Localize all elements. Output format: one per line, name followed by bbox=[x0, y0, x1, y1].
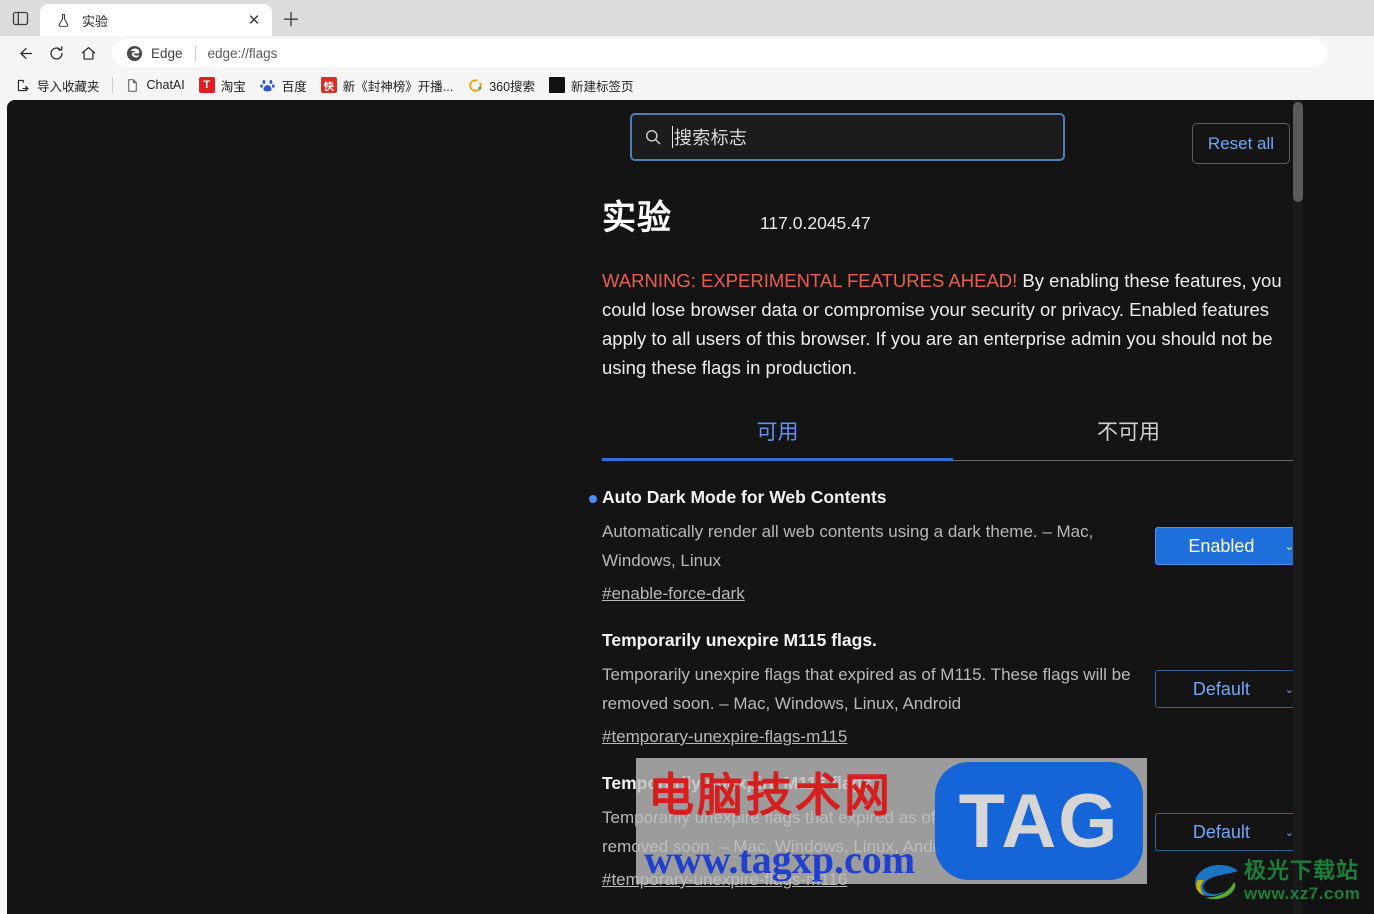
flag-state-value: Enabled bbox=[1188, 535, 1255, 556]
flag-state-select[interactable]: Enabled ⌄ bbox=[1155, 527, 1305, 565]
bookmark-taobao[interactable]: T 淘宝 bbox=[192, 73, 253, 97]
back-button[interactable] bbox=[8, 38, 40, 68]
aurora-swirl-logo-icon bbox=[1195, 865, 1238, 900]
bookmark-label: 新《封神榜》开播... bbox=[342, 79, 454, 94]
flag-state-value: Default bbox=[1192, 821, 1250, 842]
so360-icon bbox=[467, 77, 483, 93]
watermark-corner-text: 极光下载站 www.xz7.com bbox=[1244, 860, 1360, 904]
bookmark-baidu[interactable]: 百度 bbox=[253, 73, 314, 97]
newtab-page-icon bbox=[549, 77, 566, 93]
tab-available[interactable]: 可用 bbox=[602, 416, 953, 461]
browser-window: 实验 ✕ ＋ Edge edge://flags 导入收藏夹 ChatAI T … bbox=[0, 0, 1374, 914]
new-tab-button[interactable]: ＋ bbox=[274, 4, 308, 36]
search-input[interactable]: 搜索标志 bbox=[630, 113, 1065, 161]
bookmark-import-favorites[interactable]: 导入收藏夹 bbox=[8, 73, 107, 97]
bookmarks-bar: 导入收藏夹 ChatAI T 淘宝 百度 快 新《封神榜》开播... 360搜索… bbox=[0, 70, 1374, 100]
watermark-corner-url: www.xz7.com bbox=[1244, 884, 1361, 903]
bookmark-label: 新建标签页 bbox=[571, 79, 634, 94]
watermark-corner: 极光下载站 www.xz7.com bbox=[1190, 854, 1370, 910]
flag-title: Auto Dark Mode for Web Contents bbox=[589, 487, 1162, 508]
back-arrow-icon bbox=[19, 47, 32, 59]
sidebar-toggle-button[interactable] bbox=[0, 0, 40, 36]
flag-state-select[interactable]: Default ⌄ bbox=[1155, 670, 1305, 708]
close-icon[interactable]: ✕ bbox=[242, 8, 266, 32]
home-button[interactable] bbox=[72, 38, 104, 68]
flag-description: Temporarily unexpire flags that expired … bbox=[602, 665, 1131, 713]
flags-tabs: 可用 不可用 bbox=[602, 416, 1304, 461]
kuaikan-icon: 快 bbox=[320, 77, 337, 93]
watermark-corner-cn: 极光下载站 bbox=[1244, 859, 1360, 884]
page-heading-row: 实验 117.0.2045.47 bbox=[602, 190, 1307, 239]
bookmark-fengshenbang[interactable]: 快 新《封神榜》开播... bbox=[314, 73, 460, 97]
bookmark-label: 360搜索 bbox=[489, 79, 536, 94]
flag-entry: Temporarily unexpire M115 flags. Tempora… bbox=[602, 630, 1307, 747]
version-label: 117.0.2045.47 bbox=[760, 213, 871, 233]
flag-title-text: Auto Dark Mode for Web Contents bbox=[602, 487, 887, 507]
flask-icon bbox=[54, 11, 72, 29]
taobao-icon: T bbox=[198, 77, 215, 93]
tab-title: 实验 bbox=[82, 13, 109, 29]
watermark-tag-badge: TAG bbox=[935, 762, 1143, 880]
bookmark-new-tab-page[interactable]: 新建标签页 bbox=[542, 73, 641, 97]
flag-text-block: Temporarily unexpire M115 flags. Tempora… bbox=[602, 630, 1162, 747]
modified-indicator-dot bbox=[589, 495, 597, 503]
page-scrollbar-thumb[interactable] bbox=[1293, 102, 1303, 202]
reset-all-button[interactable]: Reset all bbox=[1192, 123, 1290, 164]
tab-strip: 实验 ✕ ＋ bbox=[0, 0, 1374, 36]
flag-anchor-link[interactable]: #enable-force-dark bbox=[602, 584, 745, 604]
omnibox-divider bbox=[194, 45, 196, 61]
reload-button[interactable] bbox=[40, 38, 72, 68]
edge-logo-icon bbox=[126, 45, 143, 62]
flag-state-select[interactable]: Default ⌄ bbox=[1155, 813, 1305, 851]
page-scrollbar[interactable] bbox=[1293, 100, 1303, 914]
search-icon bbox=[644, 128, 662, 146]
bookmarks-divider bbox=[111, 77, 113, 93]
bookmark-label: 淘宝 bbox=[220, 79, 246, 94]
flags-search-row: 搜索标志 Reset all bbox=[7, 113, 1303, 173]
document-icon bbox=[125, 77, 141, 93]
text-cursor bbox=[672, 126, 673, 148]
search-placeholder: 搜索标志 bbox=[674, 128, 748, 148]
browser-tab[interactable]: 实验 ✕ bbox=[40, 4, 272, 36]
flag-anchor-link[interactable]: #temporary-unexpire-flags-m115 bbox=[602, 727, 847, 747]
bookmark-label: ChatAI bbox=[146, 78, 185, 92]
experimental-warning: WARNING: EXPERIMENTAL FEATURES AHEAD! By… bbox=[602, 266, 1292, 382]
flag-title: Temporarily unexpire M115 flags. bbox=[602, 630, 1162, 651]
tab-unavailable[interactable]: 不可用 bbox=[953, 416, 1304, 460]
kuaikan-icon-glyph: 快 bbox=[323, 81, 334, 93]
baidu-icon bbox=[260, 77, 276, 93]
flag-description: Automatically render all web contents us… bbox=[602, 522, 1094, 570]
bookmark-360-search[interactable]: 360搜索 bbox=[460, 73, 542, 97]
omnibox-url-text: edge://flags bbox=[207, 45, 278, 61]
page-right-gutter bbox=[1303, 100, 1374, 914]
flag-text-block: Auto Dark Mode for Web Contents Automati… bbox=[589, 487, 1162, 604]
reload-icon bbox=[49, 45, 63, 60]
sidebar-icon bbox=[12, 11, 28, 25]
watermark-url-text: www.tagxp.com bbox=[644, 837, 916, 882]
taobao-icon-glyph: T bbox=[203, 79, 211, 91]
bookmark-label: 导入收藏夹 bbox=[37, 79, 100, 94]
flag-title-text: Temporarily unexpire M115 flags. bbox=[602, 630, 877, 650]
bookmark-label: 百度 bbox=[281, 79, 307, 94]
bookmark-chatai[interactable]: ChatAI bbox=[118, 73, 192, 97]
warning-highlight: WARNING: EXPERIMENTAL FEATURES AHEAD! bbox=[602, 270, 1018, 291]
browser-toolbar: Edge edge://flags bbox=[0, 36, 1374, 70]
home-icon bbox=[81, 46, 95, 60]
address-bar[interactable]: Edge edge://flags bbox=[112, 39, 1327, 67]
flag-state-value: Default bbox=[1192, 678, 1250, 699]
watermark-center: 电脑技术网 www.tagxp.com TAG bbox=[636, 758, 1147, 884]
import-favorites-icon bbox=[15, 77, 31, 93]
watermark-cn-text: 电脑技术网 bbox=[648, 768, 893, 822]
omnibox-brand-label: Edge bbox=[151, 45, 183, 61]
flag-entry: Auto Dark Mode for Web Contents Automati… bbox=[589, 487, 1307, 604]
page-title: 实验 bbox=[602, 199, 672, 237]
